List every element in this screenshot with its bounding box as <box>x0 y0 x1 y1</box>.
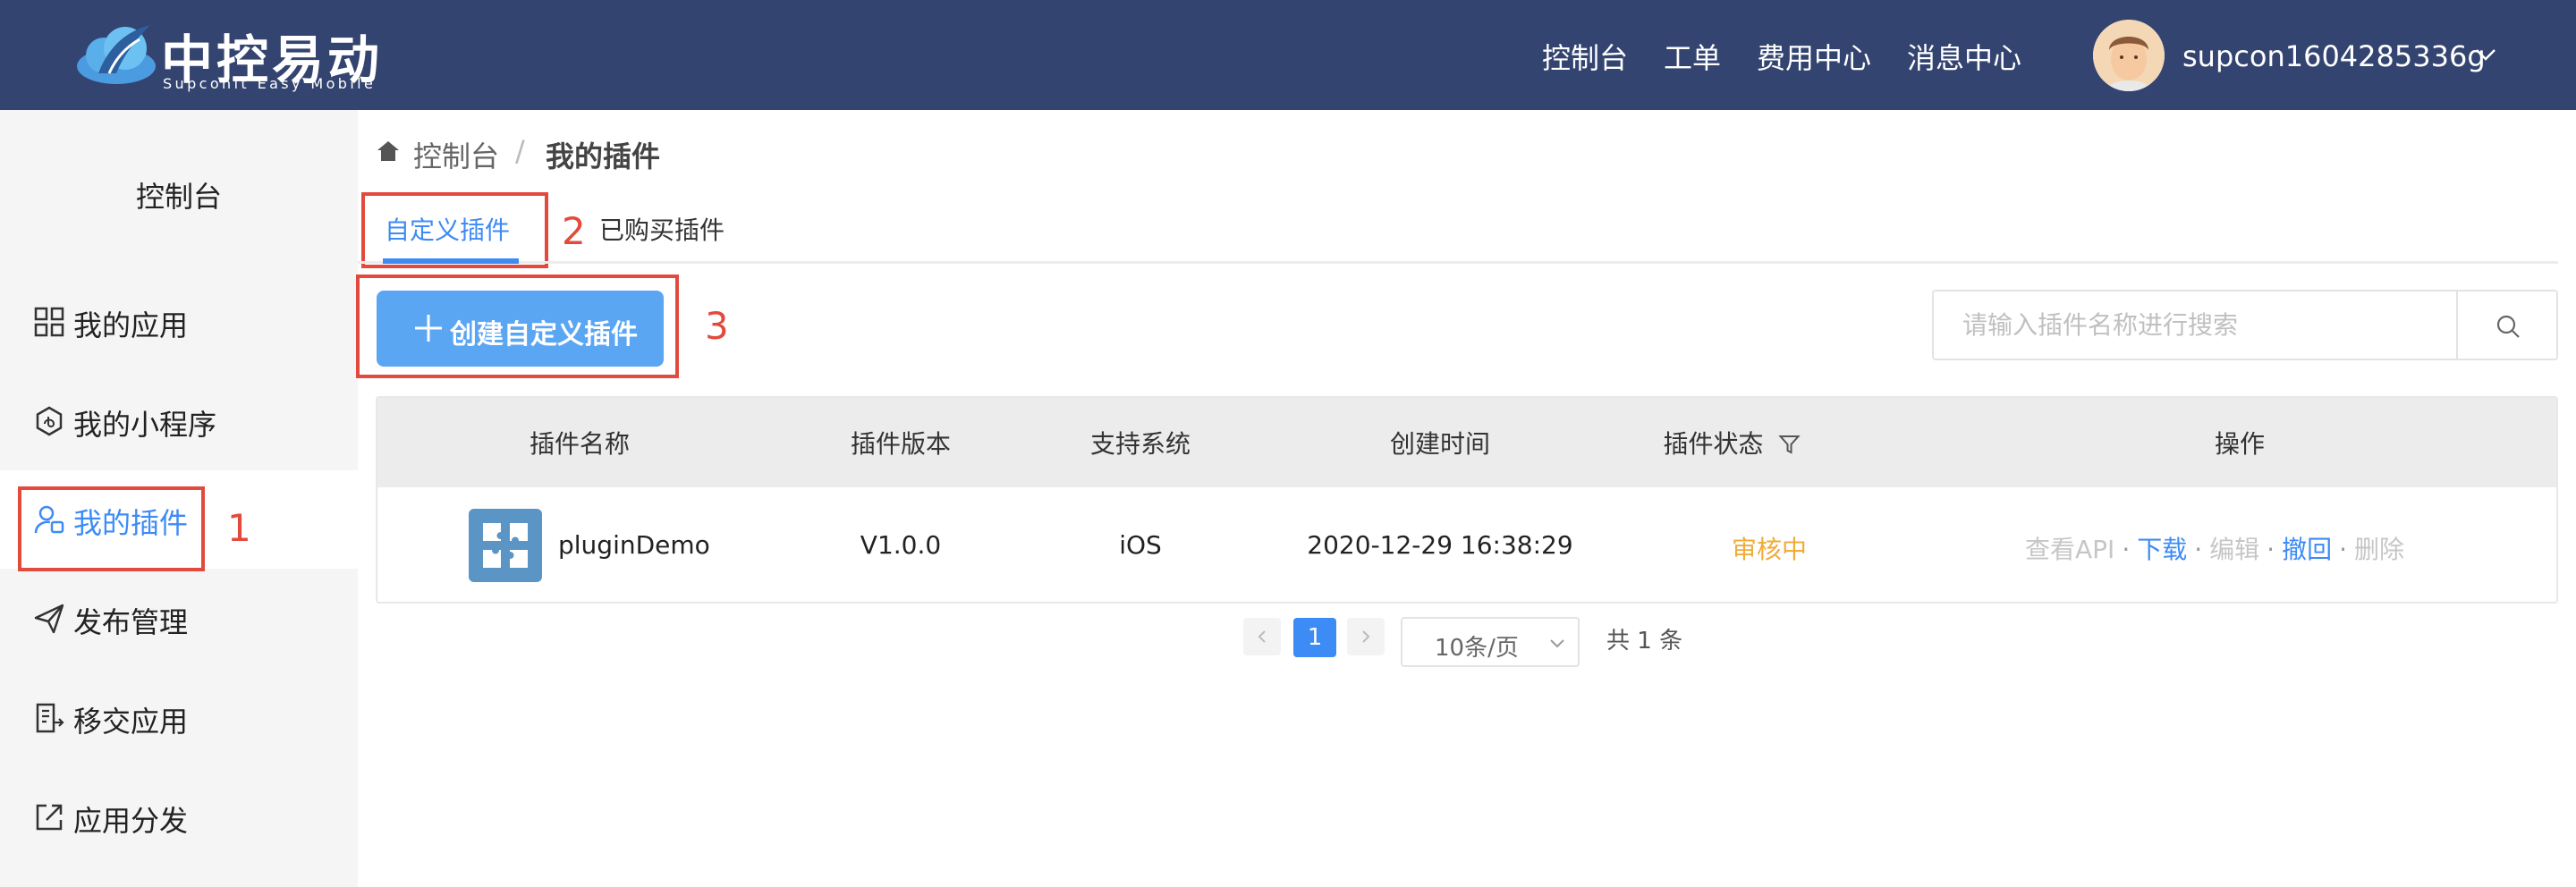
pagination-total: 共 1 条 <box>1606 628 1683 655</box>
nav-console[interactable]: 控制台 <box>1542 36 1628 77</box>
status-badge: 审核中 <box>1731 535 1808 564</box>
mini-program-icon <box>36 406 63 436</box>
sidebar-item-label: 移交应用 <box>73 705 189 739</box>
username[interactable]: supcon1604285336g <box>2182 39 2486 73</box>
share-external-icon <box>36 804 63 831</box>
home-icon <box>377 141 399 161</box>
nav-messages[interactable]: 消息中心 <box>1907 36 2021 77</box>
column-header-status: 插件状态 <box>1664 425 1801 460</box>
sidebar-item-label: 应用分发 <box>73 804 189 838</box>
sidebar-item-label: 我的小程序 <box>73 408 217 442</box>
view-api-link[interactable]: 查看API <box>2025 530 2114 566</box>
plugin-search-input[interactable] <box>1932 290 2458 360</box>
send-icon <box>34 604 64 634</box>
plugin-version: V1.0.0 <box>860 530 942 560</box>
page-size-value: 10条/页 <box>1435 635 1519 662</box>
column-header-system: 支持系统 <box>1089 429 1191 459</box>
logo[interactable]: 中控易动 Supconit Easy Mobile <box>73 13 395 92</box>
nav-tickets[interactable]: 工单 <box>1664 36 1721 77</box>
chevron-right-icon <box>1362 630 1370 643</box>
pagination-page-current[interactable]: 1 <box>1293 618 1336 657</box>
table-row: pluginDemo V1.0.0 iOS 2020-12-29 16:38:2… <box>377 487 2556 602</box>
column-header-created: 创建时间 <box>1389 429 1491 459</box>
download-link[interactable]: 下载 <box>2137 530 2187 566</box>
annotation-number-2: 2 <box>562 209 586 253</box>
withdraw-link[interactable]: 撤回 <box>2282 530 2332 566</box>
sidebar-item-distribute[interactable]: 应用分发 <box>0 768 358 866</box>
column-header-name: 插件名称 <box>529 429 631 459</box>
page-size-select[interactable]: 10条/页 <box>1401 617 1580 667</box>
create-custom-plugin-button[interactable]: 创建自定义插件 <box>377 291 664 367</box>
filter-icon[interactable] <box>1778 435 1801 454</box>
column-header-actions: 操作 <box>2214 429 2266 459</box>
column-header-version: 插件版本 <box>850 429 952 459</box>
sidebar-item-label: 发布管理 <box>73 605 189 639</box>
sidebar-item-mini-programs[interactable]: 我的小程序 <box>0 372 358 470</box>
delete-link[interactable]: 删除 <box>2354 530 2404 566</box>
avatar[interactable] <box>2093 20 2165 91</box>
transfer-document-icon <box>36 703 64 733</box>
active-tab-indicator <box>383 258 519 264</box>
sidebar-item-transfer[interactable]: 移交应用 <box>0 669 358 767</box>
plugin-system: iOS <box>1119 530 1162 560</box>
breadcrumb-current: 我的插件 <box>546 139 661 173</box>
table-header: 插件名称 插件版本 支持系统 创建时间 插件状态 操作 <box>377 398 2556 487</box>
breadcrumb-root[interactable]: 控制台 <box>413 134 499 175</box>
grid-icon <box>34 307 64 337</box>
plugin-puzzle-icon <box>469 509 542 582</box>
annotation-number-1: 1 <box>227 506 251 550</box>
sidebar-title: 控制台 <box>135 180 222 214</box>
row-actions: 查看API · 下载 · 编辑 · 撤回 · 删除 <box>2025 530 2404 566</box>
top-header: 中控易动 Supconit Easy Mobile 控制台 工单 费用中心 消息… <box>0 0 2576 110</box>
sidebar-item-label: 我的应用 <box>73 308 189 342</box>
user-avatar-icon <box>2093 20 2165 91</box>
column-header-status-label: 插件状态 <box>1663 429 1764 459</box>
plugins-table: 插件名称 插件版本 支持系统 创建时间 插件状态 操作 pluginDemo V… <box>376 396 2558 604</box>
tab-purchased-plugins[interactable]: 已购买插件 <box>599 211 724 247</box>
edit-link[interactable]: 编辑 <box>2209 530 2259 566</box>
create-button-label: 创建自定义插件 <box>450 319 638 351</box>
plus-icon <box>415 315 442 342</box>
tabs-divider <box>358 261 2558 264</box>
logo-subtitle: Supconit Easy Mobile <box>163 75 377 92</box>
chevron-down-icon[interactable] <box>2474 46 2497 63</box>
tab-custom-plugins[interactable]: 自定义插件 <box>385 211 510 247</box>
annotation-number-3: 3 <box>705 304 729 348</box>
nav-billing[interactable]: 费用中心 <box>1757 36 1871 77</box>
pagination-next-button[interactable] <box>1347 618 1385 655</box>
sidebar-item-my-apps[interactable]: 我的应用 <box>0 273 358 371</box>
cloud-logo-icon <box>77 25 156 84</box>
plugin-created-time: 2020-12-29 16:38:29 <box>1307 530 1573 560</box>
annotation-box-1 <box>18 486 205 571</box>
plugin-name: pluginDemo <box>558 530 710 560</box>
breadcrumb-separator: / <box>515 134 525 168</box>
chevron-down-icon <box>1550 639 1564 648</box>
search-button[interactable] <box>2458 290 2558 360</box>
sidebar-item-publish[interactable]: 发布管理 <box>0 570 358 668</box>
search-icon <box>2496 315 2520 338</box>
pagination-prev-button[interactable] <box>1243 618 1281 655</box>
chevron-left-icon <box>1258 630 1266 643</box>
